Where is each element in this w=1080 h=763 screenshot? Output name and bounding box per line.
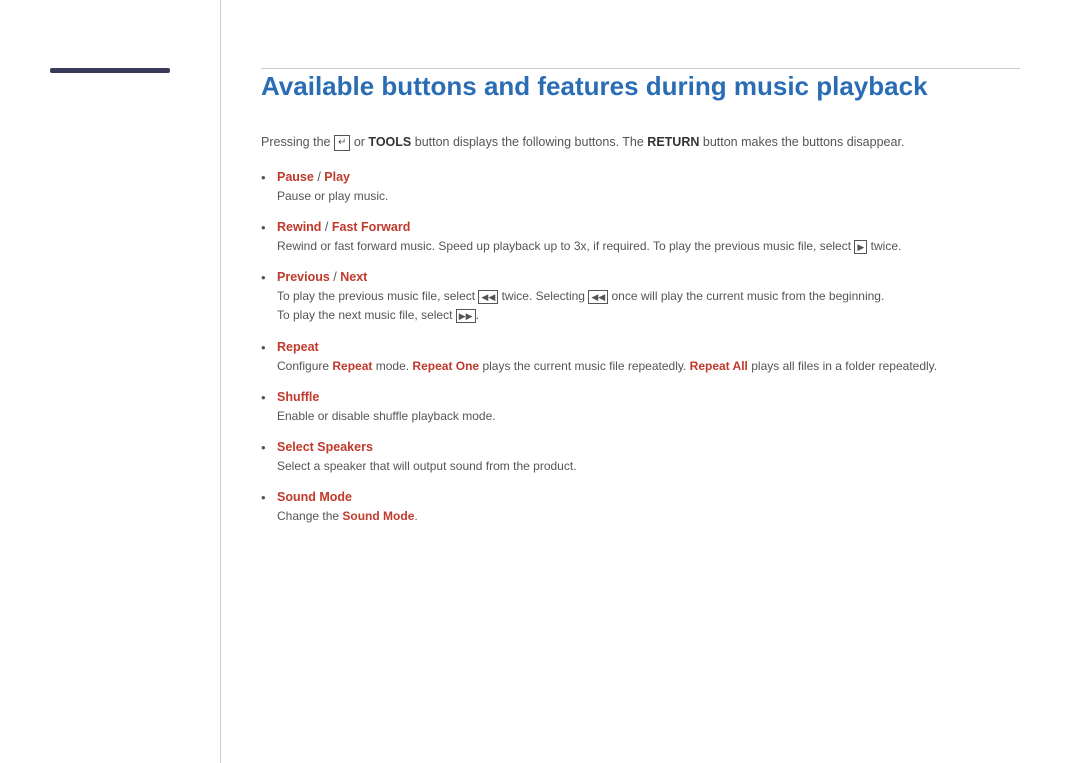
item-title-part2: Play xyxy=(324,170,350,184)
top-line xyxy=(261,68,1020,69)
item-title-sound-mode-label: Sound Mode xyxy=(277,490,352,504)
separator: / xyxy=(321,220,331,234)
list-item-prev-next: Previous / Next To play the previous mus… xyxy=(261,270,1020,325)
item-title-rewind-ff: Rewind / Fast Forward xyxy=(277,220,1020,234)
enter-icon: ↵ xyxy=(334,135,350,151)
item-desc-repeat: Configure Repeat mode. Repeat One plays … xyxy=(277,357,1020,376)
repeat-one-highlight: Repeat One xyxy=(412,359,479,373)
item-title-repeat-label: Repeat xyxy=(277,340,319,354)
item-title-next: Next xyxy=(340,270,367,284)
list-item-repeat: Repeat Configure Repeat mode. Repeat One… xyxy=(261,340,1020,376)
item-title-speakers-label: Select Speakers xyxy=(277,440,373,454)
item-title-pause-play: Pause / Play xyxy=(277,170,1020,184)
item-desc-shuffle: Enable or disable shuffle playback mode. xyxy=(277,407,1020,426)
sound-mode-highlight: Sound Mode xyxy=(342,509,414,523)
item-title-prev-next: Previous / Next xyxy=(277,270,1020,284)
item-title-repeat: Repeat xyxy=(277,340,1020,354)
page-title: Available buttons and features during mu… xyxy=(261,70,1020,104)
separator: / xyxy=(330,270,340,284)
list-item-sound-mode: Sound Mode Change the Sound Mode. xyxy=(261,490,1020,526)
item-title-shuffle: Shuffle xyxy=(277,390,1020,404)
list-item-shuffle: Shuffle Enable or disable shuffle playba… xyxy=(261,390,1020,426)
list-item-rewind-ff: Rewind / Fast Forward Rewind or fast for… xyxy=(261,220,1020,256)
item-title-shuffle-label: Shuffle xyxy=(277,390,319,404)
sidebar xyxy=(0,0,220,763)
repeat-highlight: Repeat xyxy=(332,359,372,373)
content-area: Available buttons and features during mu… xyxy=(220,0,1080,763)
rewind-icon2: ◀◀ xyxy=(588,290,608,305)
feature-list: Pause / Play Pause or play music. Rewind… xyxy=(261,170,1020,527)
list-item-pause-play: Pause / Play Pause or play music. xyxy=(261,170,1020,206)
item-desc-rewind-ff: Rewind or fast forward music. Speed up p… xyxy=(277,237,1020,256)
item-desc-select-speakers: Select a speaker that will output sound … xyxy=(277,457,1020,476)
fast-forward-icon: ▶▶ xyxy=(456,309,476,324)
item-title-part1: Pause xyxy=(277,170,314,184)
list-item-select-speakers: Select Speakers Select a speaker that wi… xyxy=(261,440,1020,476)
separator: / xyxy=(314,170,324,184)
rewind-icon: ◀◀ xyxy=(478,290,498,305)
page-container: Available buttons and features during mu… xyxy=(0,0,1080,763)
item-desc-sound-mode: Change the Sound Mode. xyxy=(277,507,1020,526)
sidebar-bar xyxy=(50,68,170,73)
intro-text: Pressing the ↵ or TOOLS button displays … xyxy=(261,132,1020,152)
tools-label: TOOLS xyxy=(368,135,411,149)
item-title-select-speakers: Select Speakers xyxy=(277,440,1020,454)
item-desc-pause-play: Pause or play music. xyxy=(277,187,1020,206)
item-desc-prev-next: To play the previous music file, select … xyxy=(277,287,1020,325)
repeat-all-highlight: Repeat All xyxy=(690,359,748,373)
item-title-rewind: Rewind xyxy=(277,220,321,234)
return-label: RETURN xyxy=(647,135,699,149)
item-title-ff: Fast Forward xyxy=(332,220,411,234)
play-icon: ▶ xyxy=(854,240,867,255)
item-title-sound-mode: Sound Mode xyxy=(277,490,1020,504)
item-title-previous: Previous xyxy=(277,270,330,284)
